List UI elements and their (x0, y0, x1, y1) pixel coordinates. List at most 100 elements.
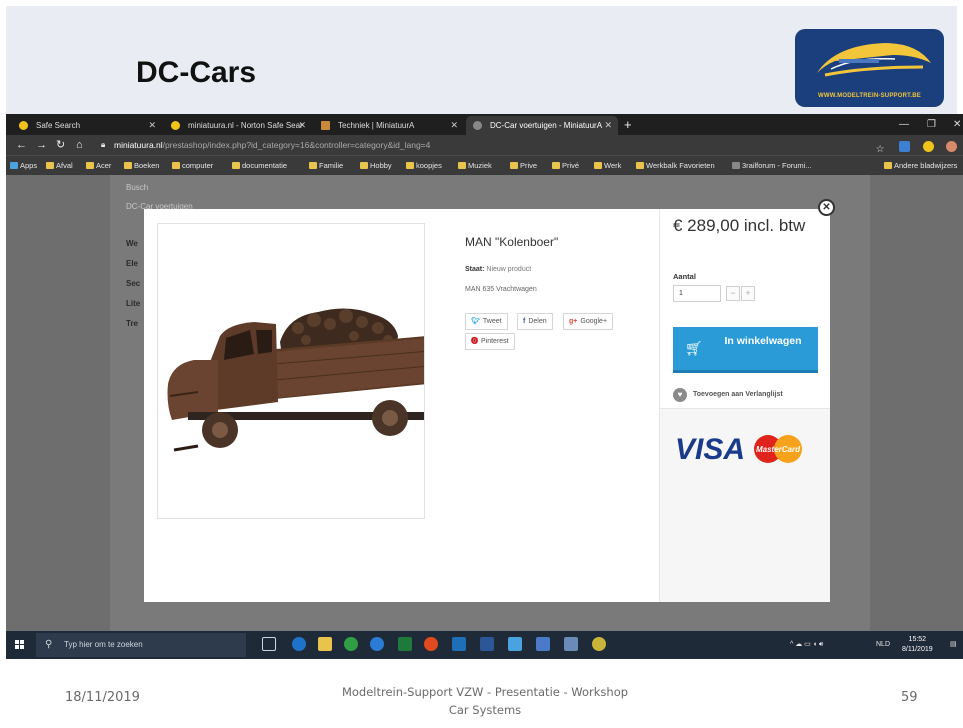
product-name: MAN "Kolenboer" (465, 235, 559, 249)
bookmark-folder[interactable]: documentatie (232, 160, 287, 172)
site-favicon (321, 121, 330, 130)
product-image[interactable] (157, 223, 431, 519)
bookmark-link[interactable]: 3railforum - Forumi... (732, 160, 812, 172)
cart-button-label: In winkelwagen (724, 335, 802, 347)
norton-icon (19, 121, 28, 130)
edge-icon[interactable] (292, 637, 306, 651)
bookmark-folder[interactable]: Acer (86, 160, 111, 172)
close-tab-icon[interactable]: ✕ (604, 116, 612, 135)
quickview-modal: MAN "Kolenboer" Staat: Nieuw product MAN… (144, 209, 830, 602)
bookmark-folder[interactable]: Muziek (458, 160, 492, 172)
new-tab-button[interactable]: + (624, 116, 632, 133)
back-icon[interactable]: ← (16, 138, 27, 152)
profile-icon[interactable] (946, 141, 957, 152)
category-item[interactable]: Ele (126, 259, 138, 268)
bookmark-folder[interactable]: computer (172, 160, 213, 172)
quantity-minus-button[interactable]: − (726, 286, 740, 301)
tab-label: Safe Search (36, 121, 81, 130)
add-to-cart-button[interactable]: 🛒︎ In winkelwagen (673, 327, 818, 373)
category-item[interactable]: Busch (126, 183, 148, 192)
quantity-plus-button[interactable]: + (741, 286, 755, 301)
slide-footer-title: Modeltrein-Support VZW - Presentatie - W… (341, 685, 629, 717)
pinterest-icon: ⓿ (471, 338, 478, 345)
tab-label: Techniek | MiniatuurA (338, 121, 415, 130)
extension-icons: ☆ (868, 139, 957, 155)
category-item[interactable]: Lite (126, 299, 140, 308)
bookmark-folder[interactable]: Familie (309, 160, 343, 172)
maximize-icon[interactable]: ❐ (927, 114, 936, 135)
norton-extension-icon[interactable] (922, 141, 934, 152)
close-modal-button[interactable]: ✕ (818, 199, 835, 216)
word-icon[interactable] (480, 637, 494, 651)
outlook-icon[interactable] (452, 637, 466, 651)
add-to-wishlist-link[interactable]: ♥ Toevoegen aan Verlanglijst (673, 388, 783, 402)
apps-icon (10, 162, 18, 169)
loading-icon (473, 121, 482, 130)
bookmark-folder[interactable]: koopjes (406, 160, 442, 172)
purchase-panel: € 289,00 incl. btw Aantal 1 − + 🛒︎ In wi… (659, 209, 830, 602)
taskbar-clock[interactable]: 15:52 8/11/2019 (902, 635, 933, 655)
language-indicator[interactable]: NLD (876, 631, 890, 659)
tab-label: DC-Car voertuigen - MiniatuurA (490, 121, 603, 130)
tab-bar: Safe Search ✕ miniatuura.nl - Norton Saf… (6, 114, 963, 135)
tab-techniek[interactable]: Techniek | MiniatuurA ✕ (314, 116, 464, 135)
close-tab-icon[interactable]: ✕ (450, 116, 458, 135)
windows-start-icon[interactable] (15, 640, 25, 650)
product-condition: Staat: Nieuw product (465, 266, 532, 273)
forward-icon[interactable]: → (36, 138, 47, 152)
close-window-icon[interactable]: ✕ (953, 114, 961, 135)
excel-icon[interactable] (398, 637, 412, 651)
tab-norton-search[interactable]: miniatuura.nl - Norton Safe Sear ✕ (164, 116, 312, 135)
app-icon[interactable] (424, 637, 438, 651)
chrome-icon[interactable] (344, 637, 358, 651)
bookmark-folder[interactable]: Boeken (124, 160, 159, 172)
bookmarks-bar: Apps Afval Acer Boeken computer document… (6, 155, 963, 175)
bookmark-folder[interactable]: Privé (552, 160, 579, 172)
google-plus-button[interactable]: g+ Google+ (563, 313, 614, 330)
file-explorer-icon[interactable] (318, 637, 332, 651)
pinterest-button[interactable]: ⓿ Pinterest (465, 333, 515, 350)
category-item[interactable]: Sec (126, 279, 140, 288)
app-icon[interactable] (536, 637, 550, 651)
heart-icon: ♥ (673, 388, 687, 402)
app-icon[interactable] (564, 637, 578, 651)
windows-taskbar: ⚲ Typ hier om te zoeken ^ ☁ ▭ ◖ 🔊︎ NLD 1… (6, 631, 963, 659)
url-field[interactable]: miniatuura.nl/prestashop/index.php?id_ca… (114, 138, 430, 152)
bookmark-folder[interactable]: Hobby (360, 160, 392, 172)
category-item[interactable]: Tre (126, 319, 138, 328)
tab-dc-car-active[interactable]: DC-Car voertuigen - MiniatuurA ✕ (466, 116, 618, 135)
folder-icon (124, 162, 132, 169)
tab-label: miniatuura.nl - Norton Safe Sear (188, 121, 303, 130)
folder-icon (636, 162, 644, 169)
facebook-share-button[interactable]: f Delen (517, 313, 553, 330)
google-plus-icon: g+ (569, 318, 578, 325)
bookmark-folder[interactable]: Werkbalk Favorieten (636, 160, 715, 172)
home-icon[interactable]: ⌂ (76, 138, 83, 152)
internet-explorer-icon[interactable] (370, 637, 384, 651)
bookmark-folder[interactable]: Werk (594, 160, 621, 172)
notifications-icon[interactable]: ▤ (950, 631, 957, 659)
app-icon[interactable] (508, 637, 522, 651)
app-icon[interactable] (592, 637, 606, 651)
category-item[interactable]: We (126, 239, 138, 248)
taskbar-search-input[interactable]: ⚲ Typ hier om te zoeken (36, 633, 246, 657)
bookmark-folder[interactable]: Prive (510, 160, 537, 172)
search-icon: ⚲ (45, 639, 53, 650)
bookmark-apps[interactable]: Apps (10, 160, 37, 172)
minimize-icon[interactable]: — (899, 114, 909, 135)
extension-icon[interactable] (899, 141, 911, 152)
facebook-icon: f (523, 318, 526, 325)
folder-icon (172, 162, 180, 169)
close-tab-icon[interactable]: ✕ (148, 116, 156, 135)
bookmark-other[interactable]: Andere bladwijzers (884, 160, 957, 172)
tweet-button[interactable]: 🐦︎ Tweet (465, 313, 508, 330)
quantity-input[interactable]: 1 (673, 285, 721, 302)
system-tray-icons[interactable]: ^ ☁ ▭ ◖ 🔊︎ (790, 631, 823, 659)
star-icon[interactable]: ☆ (876, 144, 887, 155)
reload-icon[interactable]: ↻ (56, 138, 65, 152)
close-tab-icon[interactable]: ✕ (298, 116, 306, 135)
tab-safe-search[interactable]: Safe Search ✕ (12, 116, 162, 135)
folder-icon (884, 162, 892, 169)
bookmark-folder[interactable]: Afval (46, 160, 73, 172)
task-view-icon[interactable] (262, 637, 276, 651)
